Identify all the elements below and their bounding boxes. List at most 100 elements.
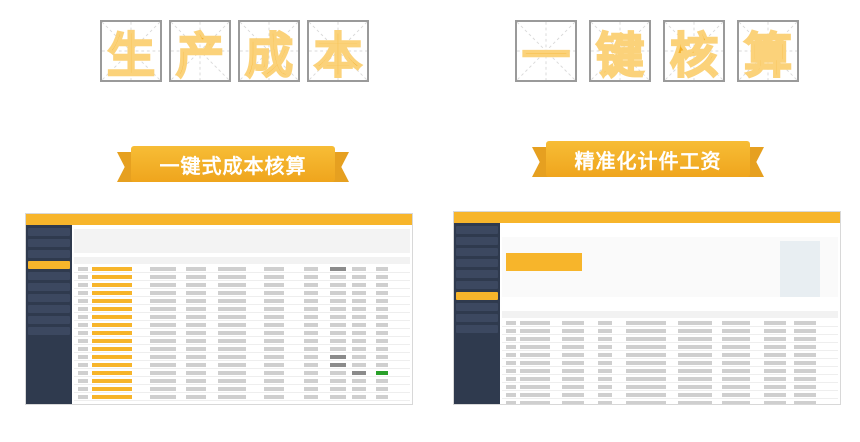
table-cell: [794, 401, 816, 404]
table-cell: [264, 291, 284, 295]
table-cell: [186, 363, 206, 367]
sidebar-item: [456, 270, 498, 278]
table-row: [502, 336, 838, 343]
table-cell: [794, 385, 816, 389]
table-row: [502, 344, 838, 351]
table-cell: [520, 345, 550, 349]
table-cell: [186, 355, 206, 359]
table-cell: [150, 275, 176, 279]
table-cell: [352, 371, 366, 375]
table-cell: [376, 331, 388, 335]
table-row: [74, 362, 410, 369]
table-cell: [264, 283, 284, 287]
table-cell: [264, 267, 284, 271]
table-cell: [352, 331, 366, 335]
table-cell: [562, 393, 584, 397]
table-cell: [352, 267, 366, 271]
table-cell: [794, 369, 816, 373]
table-cell: [330, 339, 346, 343]
table-cell: [92, 275, 132, 279]
screenshot-main: [72, 225, 412, 404]
sidebar-item: [456, 237, 498, 245]
table-cell: [794, 337, 816, 341]
sidebar-item: [28, 305, 70, 313]
table-cell: [376, 267, 388, 271]
table-cell: [304, 315, 318, 319]
table-cell: [352, 363, 366, 367]
title-char-tile: 键: [589, 20, 651, 85]
table-cell: [186, 291, 206, 295]
sidebar-item: [456, 259, 498, 267]
table-cell: [304, 355, 318, 359]
table-cell: [304, 347, 318, 351]
table-cell: [150, 291, 176, 295]
table-cell: [92, 355, 132, 359]
table-cell: [678, 377, 712, 381]
table-cell: [264, 307, 284, 311]
screenshot-main: [500, 223, 840, 404]
table-cell: [520, 385, 550, 389]
table-cell: [352, 323, 366, 327]
table-row: [74, 314, 410, 321]
table-cell: [92, 387, 132, 391]
table-cell: [304, 275, 318, 279]
title-char: 本: [313, 27, 363, 85]
table-cell: [678, 361, 712, 365]
table-cell: [92, 395, 132, 399]
table-row: [502, 384, 838, 391]
table-cell: [376, 323, 388, 327]
table-cell: [304, 379, 318, 383]
table-cell: [92, 299, 132, 303]
table-cell: [330, 283, 346, 287]
table-cell: [598, 345, 612, 349]
table-row: [74, 266, 410, 273]
table-row: [74, 354, 410, 361]
table-cell: [330, 379, 346, 383]
table-cell: [764, 385, 786, 389]
table-row: [74, 370, 410, 377]
table-cell: [186, 315, 206, 319]
table-cell: [520, 361, 550, 365]
sidebar-item: [28, 261, 70, 269]
table-cell: [376, 307, 388, 311]
table-cell: [794, 345, 816, 349]
sidebar-item: [28, 316, 70, 324]
table-cell: [598, 401, 612, 404]
table-cell: [218, 347, 246, 351]
table-cell: [352, 387, 366, 391]
table-cell: [78, 387, 88, 391]
table-cell: [78, 395, 88, 399]
table-cell: [352, 315, 366, 319]
table-cell: [598, 361, 612, 365]
table-cell: [304, 363, 318, 367]
table-cell: [352, 299, 366, 303]
table-cell: [186, 323, 206, 327]
table-cell: [794, 377, 816, 381]
cost-screenshot: [25, 213, 413, 405]
table-cell: [506, 385, 516, 389]
table-cell: [330, 395, 346, 399]
table-cell: [218, 371, 246, 375]
table-cell: [352, 291, 366, 295]
table-cell: [506, 393, 516, 397]
table-row: [502, 376, 838, 383]
table-cell: [330, 291, 346, 295]
table-cell: [78, 267, 88, 271]
table-cell: [150, 331, 176, 335]
sidebar-item: [456, 281, 498, 289]
table-cell: [598, 353, 612, 357]
table-cell: [304, 387, 318, 391]
table-cell: [264, 275, 284, 279]
sidebar-item: [28, 327, 70, 335]
table-cell: [626, 361, 666, 365]
table-row: [502, 368, 838, 375]
table-cell: [186, 331, 206, 335]
filter-bar: [74, 229, 410, 253]
table-cell: [264, 339, 284, 343]
ribbon-left-label: 一键式成本核算: [159, 153, 307, 178]
table-cell: [520, 401, 550, 404]
table-cell: [520, 369, 550, 373]
table-cell: [78, 323, 88, 327]
table-cell: [598, 337, 612, 341]
table-cell: [376, 371, 388, 375]
